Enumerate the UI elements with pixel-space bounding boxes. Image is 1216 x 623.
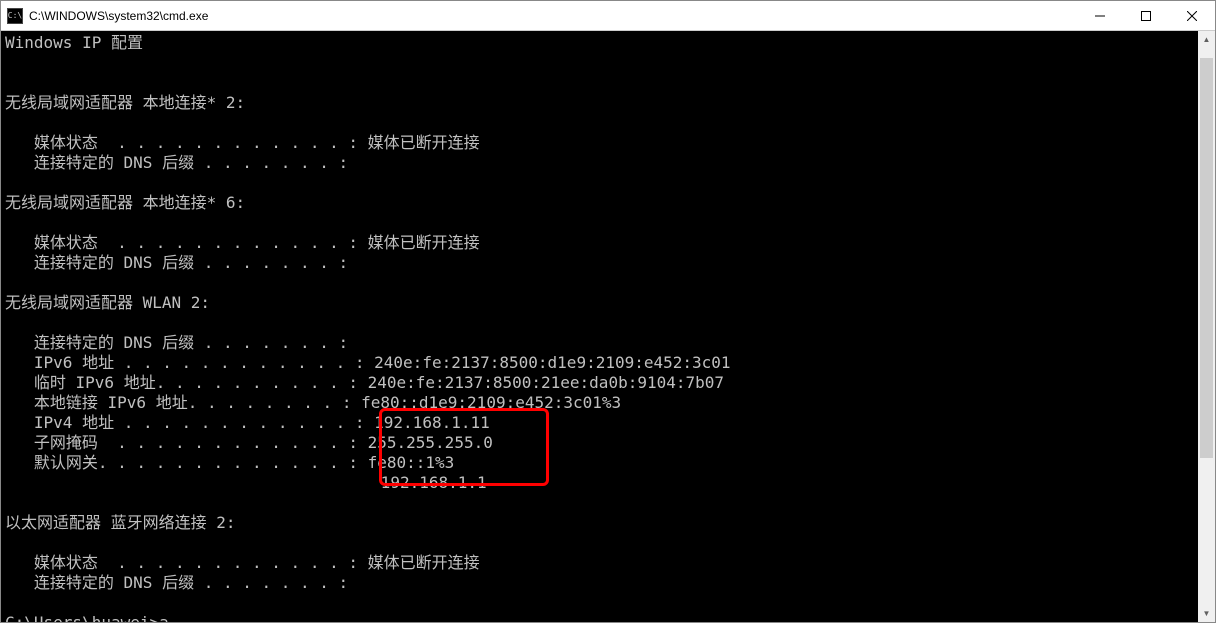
titlebar[interactable]: C:\ C:\WINDOWS\system32\cmd.exe <box>1 1 1215 31</box>
scrollbar[interactable]: ▲ ▼ <box>1198 31 1215 622</box>
scroll-thumb[interactable] <box>1200 58 1213 458</box>
app-icon-label: C:\ <box>8 12 22 20</box>
maximize-button[interactable] <box>1123 1 1169 30</box>
scroll-track[interactable] <box>1198 48 1215 605</box>
terminal[interactable]: Windows IP 配置 无线局域网适配器 本地连接* 2: 媒体状态 . .… <box>1 31 1198 622</box>
cmd-window: C:\ C:\WINDOWS\system32\cmd.exe Windows … <box>0 0 1216 623</box>
window-controls <box>1077 1 1215 30</box>
terminal-output: Windows IP 配置 无线局域网适配器 本地连接* 2: 媒体状态 . .… <box>5 33 1194 622</box>
minimize-button[interactable] <box>1077 1 1123 30</box>
scroll-down-button[interactable]: ▼ <box>1198 605 1215 622</box>
app-icon: C:\ <box>7 8 23 24</box>
close-button[interactable] <box>1169 1 1215 30</box>
window-title: C:\WINDOWS\system32\cmd.exe <box>29 9 1077 23</box>
terminal-wrapper: Windows IP 配置 无线局域网适配器 本地连接* 2: 媒体状态 . .… <box>1 31 1215 622</box>
scroll-up-button[interactable]: ▲ <box>1198 31 1215 48</box>
